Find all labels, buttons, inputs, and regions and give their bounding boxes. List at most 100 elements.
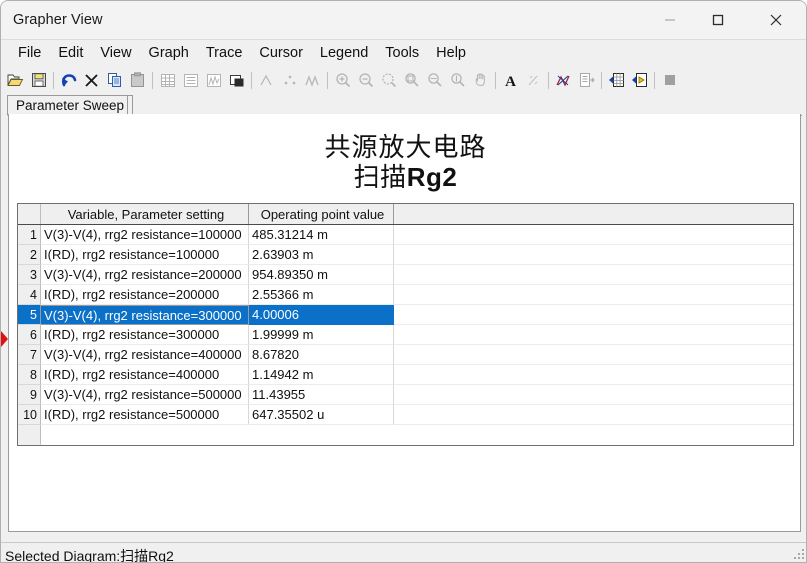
minimize-icon (665, 19, 675, 21)
tab-parameter-sweep[interactable]: Parameter Sweep (7, 95, 134, 116)
header-variable: Variable, Parameter setting (41, 204, 249, 224)
menu-graph[interactable]: Graph (141, 43, 197, 63)
close-button[interactable] (753, 1, 799, 39)
export-list-button (575, 69, 598, 91)
table-row[interactable]: 10 I(RD), rrg2 resistance=500000 647.355… (18, 405, 793, 425)
table-row-empty[interactable] (18, 425, 793, 445)
copy-button[interactable] (103, 69, 126, 91)
cell-extra (394, 305, 793, 325)
cell-value[interactable]: 954.89350 m (249, 265, 394, 285)
zoom-fit-button (400, 69, 423, 91)
cell-value[interactable]: 1.14942 m (249, 365, 394, 385)
menu-edit[interactable]: Edit (50, 43, 91, 63)
svg-text:A: A (505, 74, 516, 88)
row-number: 8 (18, 365, 41, 385)
heading-line-2-prefix: 扫描 (353, 163, 407, 194)
client-area: Parameter Sweep 共源放大电路 扫描Rg2 Variable, P… (1, 93, 806, 542)
table-row[interactable]: 2 I(RD), rrg2 resistance=100000 2.63903 … (18, 245, 793, 265)
minimize-button[interactable] (647, 1, 693, 39)
cell-extra (394, 345, 793, 365)
cell-variable[interactable]: I(RD), rrg2 resistance=100000 (41, 245, 249, 265)
cell-variable[interactable]: V(3)-V(4), rrg2 resistance=400000 (41, 345, 249, 365)
table-row[interactable]: 1 V(3)-V(4), rrg2 resistance=100000 485.… (18, 225, 793, 245)
zoom-in-icon (335, 73, 350, 88)
window-title: Grapher View (13, 12, 103, 28)
cell-variable[interactable]: I(RD), rrg2 resistance=300000 (41, 325, 249, 345)
open-folder-button[interactable] (4, 69, 27, 91)
table-row[interactable]: 8 I(RD), rrg2 resistance=400000 1.14942 … (18, 365, 793, 385)
paste-icon (131, 72, 144, 87)
legend-icon (183, 73, 198, 87)
cell-value[interactable]: 1.99999 m (249, 325, 394, 345)
undo-button[interactable] (57, 69, 80, 91)
cell-extra (394, 385, 793, 405)
status-bar: Selected Diagram:扫描Rg2 (1, 542, 806, 562)
cell-extra (394, 265, 793, 285)
menu-help[interactable]: Help (428, 43, 474, 63)
toolbar-separator-8 (654, 71, 655, 89)
cell-variable (41, 425, 249, 445)
delete-button[interactable] (80, 69, 103, 91)
peaks-tool-button (301, 69, 324, 91)
cell-value[interactable]: 485.31214 m (249, 225, 394, 245)
cell-variable[interactable]: I(RD), rrg2 resistance=400000 (41, 365, 249, 385)
maximize-button[interactable] (695, 1, 741, 39)
graph-sheet: 共源放大电路 扫描Rg2 Variable, Parameter setting… (8, 114, 801, 532)
table-row[interactable]: 3 V(3)-V(4), rrg2 resistance=200000 954.… (18, 265, 793, 285)
toolbar-separator-1 (53, 71, 54, 89)
text-tool-button[interactable]: A (499, 69, 522, 91)
row-number: 2 (18, 245, 41, 265)
menu-tools[interactable]: Tools (377, 43, 427, 63)
table-row-selected[interactable]: 5 V(3)-V(4), rrg2 resistance=300000 4.00… (18, 305, 793, 325)
table-row[interactable]: 6 I(RD), rrg2 resistance=300000 1.99999 … (18, 325, 793, 345)
table-row[interactable]: 4 I(RD), rrg2 resistance=200000 2.55366 … (18, 285, 793, 305)
menu-view[interactable]: View (92, 43, 139, 63)
export-excel-icon (609, 73, 624, 87)
cell-extra (394, 405, 793, 425)
pan-button (469, 69, 492, 91)
grapher-view-window: Grapher View File Edit View Graph Trace … (0, 0, 807, 563)
delete-x-icon (85, 73, 98, 87)
table-row[interactable]: 7 V(3)-V(4), rrg2 resistance=400000 8.67… (18, 345, 793, 365)
cursor-trace-button[interactable] (552, 69, 575, 91)
sheet-heading: 共源放大电路 扫描Rg2 (9, 133, 800, 194)
row-number: 3 (18, 265, 41, 285)
row-number: 7 (18, 345, 41, 365)
cell-value[interactable]: 647.35502 u (249, 405, 394, 425)
results-table[interactable]: Variable, Parameter setting Operating po… (17, 203, 794, 446)
zoom-out-button (354, 69, 377, 91)
cell-variable[interactable]: V(3)-V(4), rrg2 resistance=100000 (41, 225, 249, 245)
cell-variable[interactable]: V(3)-V(4), rrg2 resistance=500000 (41, 385, 249, 405)
cell-value[interactable]: 2.55366 m (249, 285, 394, 305)
menu-file[interactable]: File (10, 43, 49, 63)
undo-arrow-icon (61, 74, 76, 87)
menu-legend[interactable]: Legend (312, 43, 376, 63)
zoom-vertical-icon (450, 73, 465, 87)
cell-variable[interactable]: I(RD), rrg2 resistance=500000 (41, 405, 249, 425)
menu-bar: File Edit View Graph Trace Cursor Legend… (1, 40, 806, 66)
resize-grip[interactable] (792, 549, 805, 562)
cell-value[interactable]: 11.43955 (249, 385, 394, 405)
cell-extra (394, 285, 793, 305)
cell-value[interactable]: 8.67820 (249, 345, 394, 365)
export-list-icon (579, 73, 595, 87)
cursor-position-marker-icon (1, 331, 8, 347)
restore-graph-button[interactable] (225, 69, 248, 91)
table-row[interactable]: 9 V(3)-V(4), rrg2 resistance=500000 11.4… (18, 385, 793, 405)
cell-variable[interactable]: V(3)-V(4), rrg2 resistance=300000 (41, 305, 249, 325)
zoom-region-button (377, 69, 400, 91)
pan-hand-icon (475, 73, 485, 87)
export-to-excel-button[interactable] (605, 69, 628, 91)
cell-value (249, 425, 394, 445)
export-to-labview-button[interactable] (628, 69, 651, 91)
cell-value[interactable]: 4.00006 (249, 305, 394, 325)
toolbar: A (1, 67, 806, 93)
cell-value[interactable]: 2.63903 m (249, 245, 394, 265)
menu-cursor[interactable]: Cursor (251, 43, 311, 63)
menu-trace[interactable]: Trace (198, 43, 251, 63)
cell-variable[interactable]: V(3)-V(4), rrg2 resistance=200000 (41, 265, 249, 285)
zoom-horizontal-icon (427, 73, 442, 87)
toolbar-separator-2 (152, 71, 153, 89)
save-button[interactable] (27, 69, 50, 91)
cell-variable[interactable]: I(RD), rrg2 resistance=200000 (41, 285, 249, 305)
